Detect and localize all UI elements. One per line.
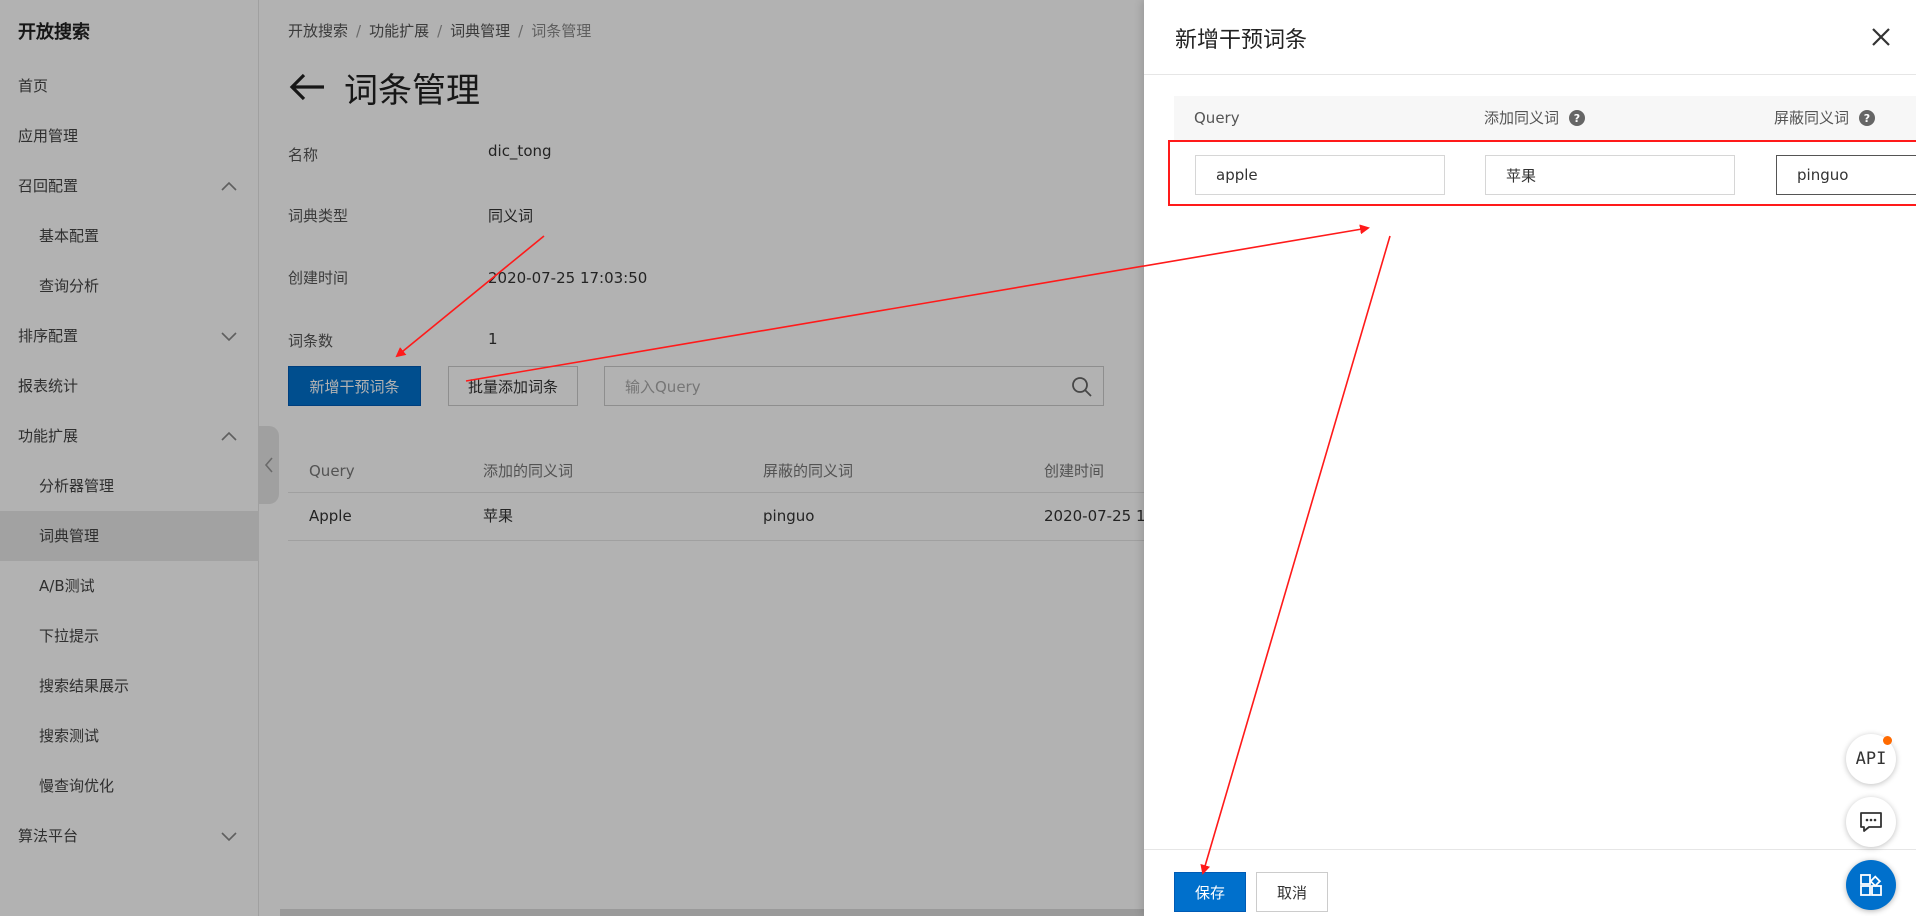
drawer-footer-divider	[1144, 849, 1916, 850]
save-button[interactable]: 保存	[1174, 872, 1246, 912]
drawer-column-header: 屏蔽同义词 ?	[1774, 96, 1876, 140]
close-icon[interactable]	[1870, 26, 1892, 48]
svg-text:?: ?	[1574, 112, 1580, 125]
add-entry-drawer: 新增干预词条 Query 添加同义词 ? 屏蔽同义词 ? 保存 取消	[1144, 0, 1916, 916]
column-header-label: Query	[1194, 109, 1240, 127]
drawer-table-header: Query 添加同义词 ? 屏蔽同义词 ?	[1174, 96, 1916, 140]
chat-icon	[1860, 812, 1882, 832]
svg-text:?: ?	[1864, 112, 1870, 125]
help-icon[interactable]: ?	[1859, 110, 1876, 126]
drawer-title: 新增干预词条	[1175, 28, 1308, 53]
drawer-entry-row	[1168, 140, 1916, 206]
api-label: API	[1855, 749, 1887, 769]
add-synonym-input[interactable]	[1485, 155, 1735, 195]
cancel-button[interactable]: 取消	[1256, 872, 1328, 912]
block-synonym-input[interactable]	[1776, 155, 1916, 195]
modal-overlay[interactable]	[0, 0, 1144, 916]
drawer-column-header: 添加同义词 ?	[1484, 96, 1586, 140]
query-input[interactable]	[1195, 155, 1445, 195]
column-header-label: 屏蔽同义词	[1774, 109, 1850, 127]
drawer-column-header: Query	[1194, 96, 1240, 140]
help-icon[interactable]: ?	[1569, 110, 1586, 126]
api-float-button[interactable]: API	[1846, 734, 1896, 784]
drawer-divider	[1144, 74, 1916, 75]
apps-grid-icon	[1860, 874, 1882, 896]
column-header-label: 添加同义词	[1484, 109, 1560, 127]
chat-float-button[interactable]	[1846, 797, 1896, 847]
horizontal-scrollbar[interactable]	[280, 909, 1144, 916]
apps-float-button[interactable]	[1846, 860, 1896, 910]
notification-dot	[1883, 736, 1892, 745]
